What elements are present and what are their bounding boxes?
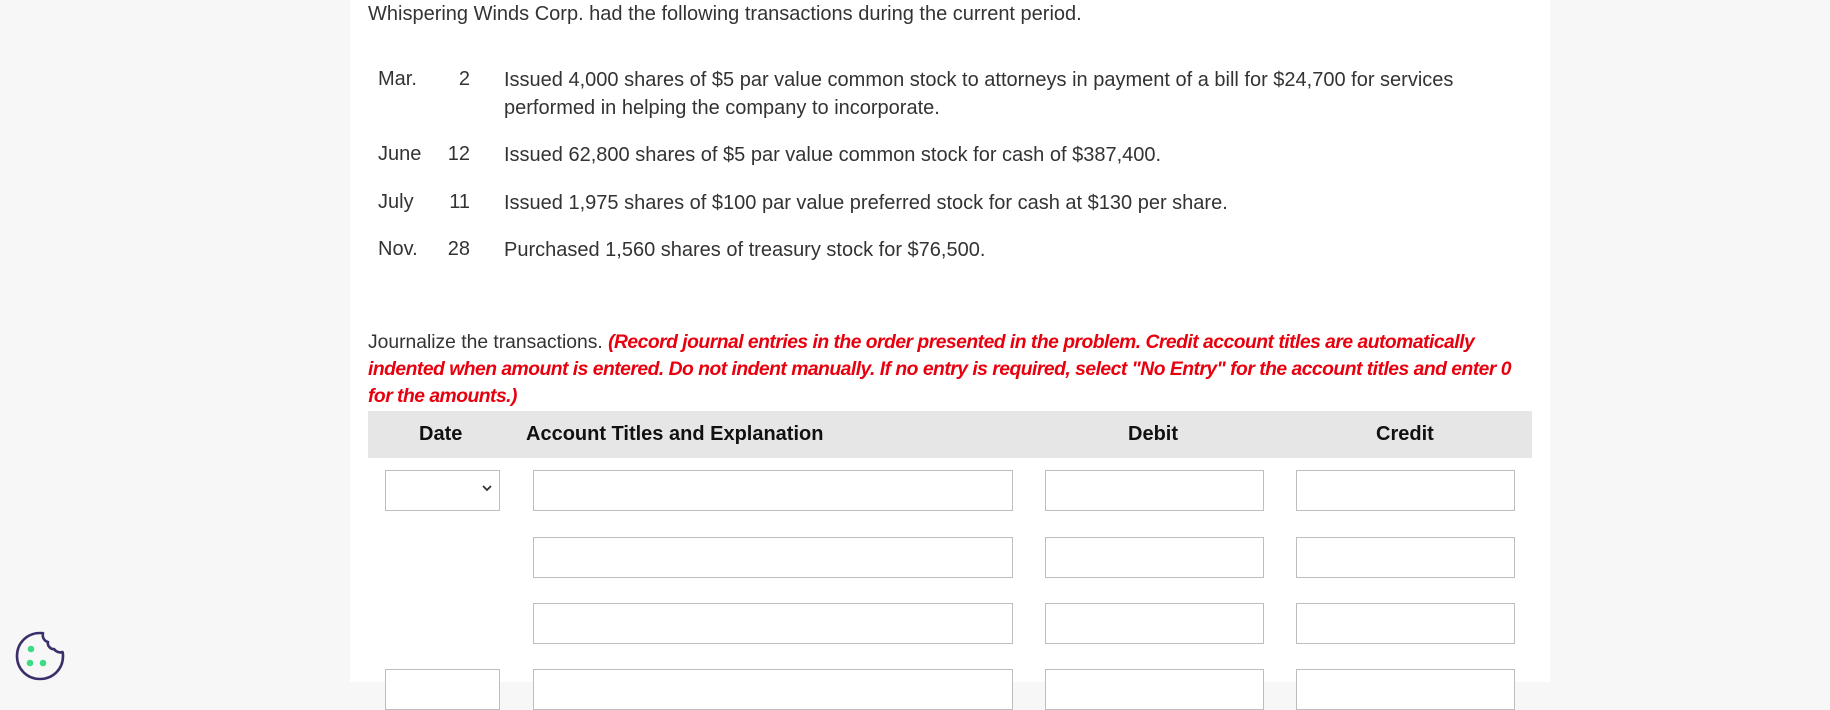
transaction-description-line: performed in helping the company to inco… [504,97,940,119]
account-title-input[interactable] [533,537,1013,578]
debit-input[interactable] [1045,669,1264,710]
instructions-lead: Journalize the transactions. [368,332,603,353]
credit-input[interactable] [1296,603,1515,644]
account-title-input[interactable] [533,603,1013,644]
transaction-description-line: Issued 4,000 shares of $5 par value comm… [504,69,1454,91]
debit-input[interactable] [1045,470,1264,511]
debit-input[interactable] [1045,537,1264,578]
journal-table-header: Date Account Titles and Explanation Debi… [368,411,1532,458]
column-header-debit: Debit [1128,423,1178,445]
debit-input[interactable] [1045,603,1264,644]
chevron-down-icon [481,481,493,497]
transaction-month: July [378,191,414,213]
transaction-day: 28 [447,238,470,260]
transaction-day: 11 [449,191,470,213]
transaction-month: June [378,143,422,165]
credit-input[interactable] [1296,669,1515,710]
cookie-icon[interactable] [14,630,66,682]
credit-input[interactable] [1296,537,1515,578]
transaction-description: Issued 4,000 shares of $5 par value comm… [504,66,1464,122]
column-header-date: Date [419,423,463,445]
problem-panel: Whispering Winds Corp. had the following… [350,0,1550,710]
problem-intro: Whispering Winds Corp. had the following… [368,3,1082,25]
account-title-input[interactable] [533,669,1013,710]
transaction-description: Purchased 1,560 shares of treasury stock… [504,239,986,261]
date-select[interactable] [385,470,500,511]
transaction-day: 12 [447,143,470,165]
transaction-day: 2 [458,68,470,90]
transaction-description: Issued 62,800 shares of $5 par value com… [504,144,1162,166]
transaction-month: Mar. [378,68,417,90]
transaction-month: Nov. [378,238,418,260]
transaction-description: Issued 1,975 shares of $100 par value pr… [504,192,1228,214]
credit-input[interactable] [1296,470,1515,511]
column-header-account: Account Titles and Explanation [526,423,824,445]
account-title-input[interactable] [533,470,1013,511]
date-select[interactable] [385,669,500,710]
column-header-credit: Credit [1376,423,1434,445]
instructions: Journalize the transactions. (Record jou… [368,329,1538,410]
